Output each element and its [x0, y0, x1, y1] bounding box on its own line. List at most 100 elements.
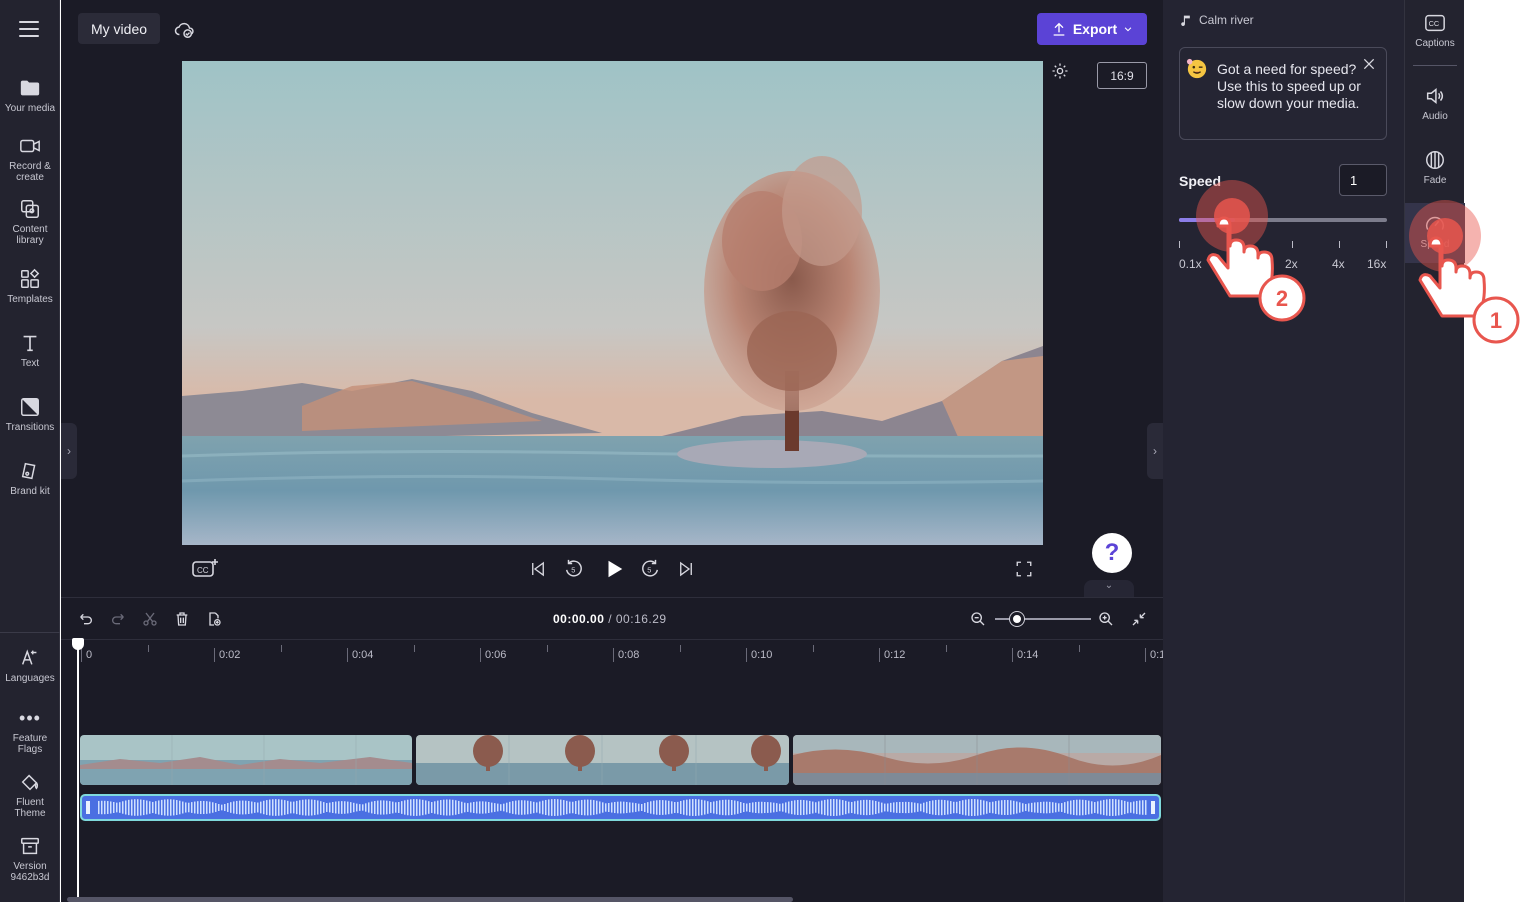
expand-left-panel-icon[interactable]: ›: [61, 423, 77, 479]
nav-languages[interactable]: Languages: [0, 646, 60, 684]
scissors-icon[interactable]: [140, 609, 160, 629]
ruler-tick-minor: [679, 645, 681, 652]
forward-5-icon[interactable]: 5: [639, 558, 661, 580]
gear-icon[interactable]: [1051, 62, 1069, 80]
video-clip-2[interactable]: [416, 735, 789, 785]
aspect-ratio-button[interactable]: 16:9: [1097, 62, 1147, 89]
archive-icon: [21, 837, 39, 855]
nav-content-library[interactable]: Content library: [0, 197, 60, 246]
nav-label: Fluent Theme: [14, 797, 46, 819]
chevron-down-icon: [1124, 27, 1132, 32]
timeline-scrollbar[interactable]: [67, 897, 793, 902]
tab-speed[interactable]: Speed: [1405, 203, 1465, 263]
project-title[interactable]: My video: [78, 13, 161, 44]
nav-templates[interactable]: Templates: [0, 267, 60, 305]
cloud-saved-icon[interactable]: [173, 18, 195, 40]
clip-thumbnails: [80, 735, 412, 785]
ruler-tick-label: 0: [81, 648, 92, 662]
nav-record-create[interactable]: Record & create: [0, 134, 60, 183]
nav-label: Your media: [4, 103, 56, 114]
fit-timeline-icon[interactable]: [1129, 609, 1149, 629]
play-icon[interactable]: [601, 556, 627, 582]
nav-version[interactable]: Version 9462b3d: [0, 834, 60, 883]
music-note-icon: [1181, 15, 1190, 26]
hamburger-menu-icon[interactable]: [19, 21, 39, 37]
redo-icon[interactable]: [108, 609, 128, 629]
export-label: Export: [1072, 21, 1118, 37]
tab-label: Audio: [1422, 111, 1448, 122]
ruler-tick-label: 0:08: [613, 648, 639, 662]
speed-tick: [1386, 241, 1387, 248]
ruler-tick-label: 0:12: [879, 648, 905, 662]
export-button[interactable]: Export: [1037, 13, 1147, 45]
audio-trim-handle-left: [86, 801, 90, 814]
editor-main: My video Export 16:9 CC 5 5 ? ⌄ 00:00.00…: [61, 0, 1165, 902]
nav-your-media[interactable]: Your media: [0, 76, 60, 114]
ruler-tick-minor: [147, 645, 149, 652]
more-icon: •••: [19, 707, 41, 728]
tab-captions[interactable]: CC Captions: [1405, 10, 1465, 49]
close-icon[interactable]: [1362, 57, 1376, 71]
tab-audio[interactable]: Audio: [1405, 83, 1465, 122]
playhead-handle[interactable]: [72, 638, 84, 650]
speedometer-icon: [1426, 216, 1444, 230]
collapse-player-icon[interactable]: ⌄: [1084, 580, 1134, 598]
add-media-icon[interactable]: [204, 609, 224, 629]
clip-thumbnails: [793, 735, 1161, 785]
speaker-icon: [1426, 88, 1444, 104]
zoom-out-icon[interactable]: [968, 609, 988, 629]
fade-icon: [1426, 151, 1444, 169]
tab-fade[interactable]: Fade: [1405, 147, 1465, 186]
ruler-tick-minor: [1078, 645, 1080, 652]
fullscreen-icon[interactable]: [1013, 558, 1035, 580]
speed-mark-3: 16x: [1367, 257, 1387, 271]
tab-label: Captions: [1415, 38, 1455, 49]
audio-track[interactable]: [80, 794, 1161, 821]
speed-slider[interactable]: [1179, 218, 1387, 222]
help-button[interactable]: ?: [1092, 533, 1132, 573]
speed-tick: [1179, 241, 1180, 248]
nav-label: Version 9462b3d: [10, 861, 50, 883]
audio-waveform: [86, 799, 1155, 816]
skip-forward-icon[interactable]: [675, 558, 697, 580]
speed-tick: [1339, 241, 1340, 248]
tab-label: Fade: [1423, 175, 1447, 186]
playhead[interactable]: [77, 644, 79, 902]
timecode: 00:00.00 / 00:16.29: [553, 612, 667, 626]
trash-icon[interactable]: [172, 609, 192, 629]
speed-slider-fill: [1179, 218, 1236, 222]
nav-label: Languages: [5, 673, 55, 684]
left-navigation: Your media Record & create Content libra…: [0, 0, 60, 902]
zoom-in-icon[interactable]: [1096, 609, 1116, 629]
ruler-tick-label: 0:10: [746, 648, 772, 662]
video-clip-1[interactable]: [80, 735, 412, 785]
video-frame: [182, 61, 1043, 545]
nav-feature-flags[interactable]: ••• Feature Flags: [0, 706, 60, 756]
captions-add-icon[interactable]: CC: [191, 557, 219, 579]
zoom-slider-thumb[interactable]: [1010, 612, 1024, 626]
library-icon: [21, 200, 39, 218]
speed-mark-1: 2x: [1285, 257, 1298, 271]
timeline-ruler[interactable]: 0 0:02 0:04 0:06 0:08 0:10 0:12 0:14 0:1: [61, 640, 1165, 670]
undo-icon[interactable]: [76, 609, 96, 629]
upload-icon: [1053, 22, 1065, 36]
svg-text:CC: CC: [1429, 19, 1440, 28]
video-clip-3[interactable]: [793, 735, 1161, 785]
clip-thumbnails: [416, 735, 789, 785]
speed-value-input[interactable]: [1339, 164, 1387, 196]
nav-transitions[interactable]: Transitions: [0, 395, 60, 433]
rewind-5-icon[interactable]: 5: [563, 558, 585, 580]
ruler-tick-minor: [812, 645, 814, 652]
speed-tip-card: Got a need for speed? Use this to speed …: [1179, 47, 1387, 140]
ruler-tick-minor: [546, 645, 548, 652]
properties-panel: Calm river Got a need for speed? Use thi…: [1163, 0, 1404, 902]
speed-mark-0: 0.1x: [1179, 257, 1202, 271]
skip-back-icon[interactable]: [527, 558, 549, 580]
video-preview[interactable]: [182, 61, 1043, 545]
svg-text:5: 5: [571, 566, 575, 575]
nav-text[interactable]: Text: [0, 331, 60, 369]
camera-icon: [20, 139, 40, 153]
nav-brand-kit[interactable]: Brand kit: [0, 459, 60, 497]
collapse-right-panel-icon[interactable]: ›: [1147, 423, 1163, 479]
nav-fluent-theme[interactable]: Fluent Theme: [0, 770, 60, 819]
